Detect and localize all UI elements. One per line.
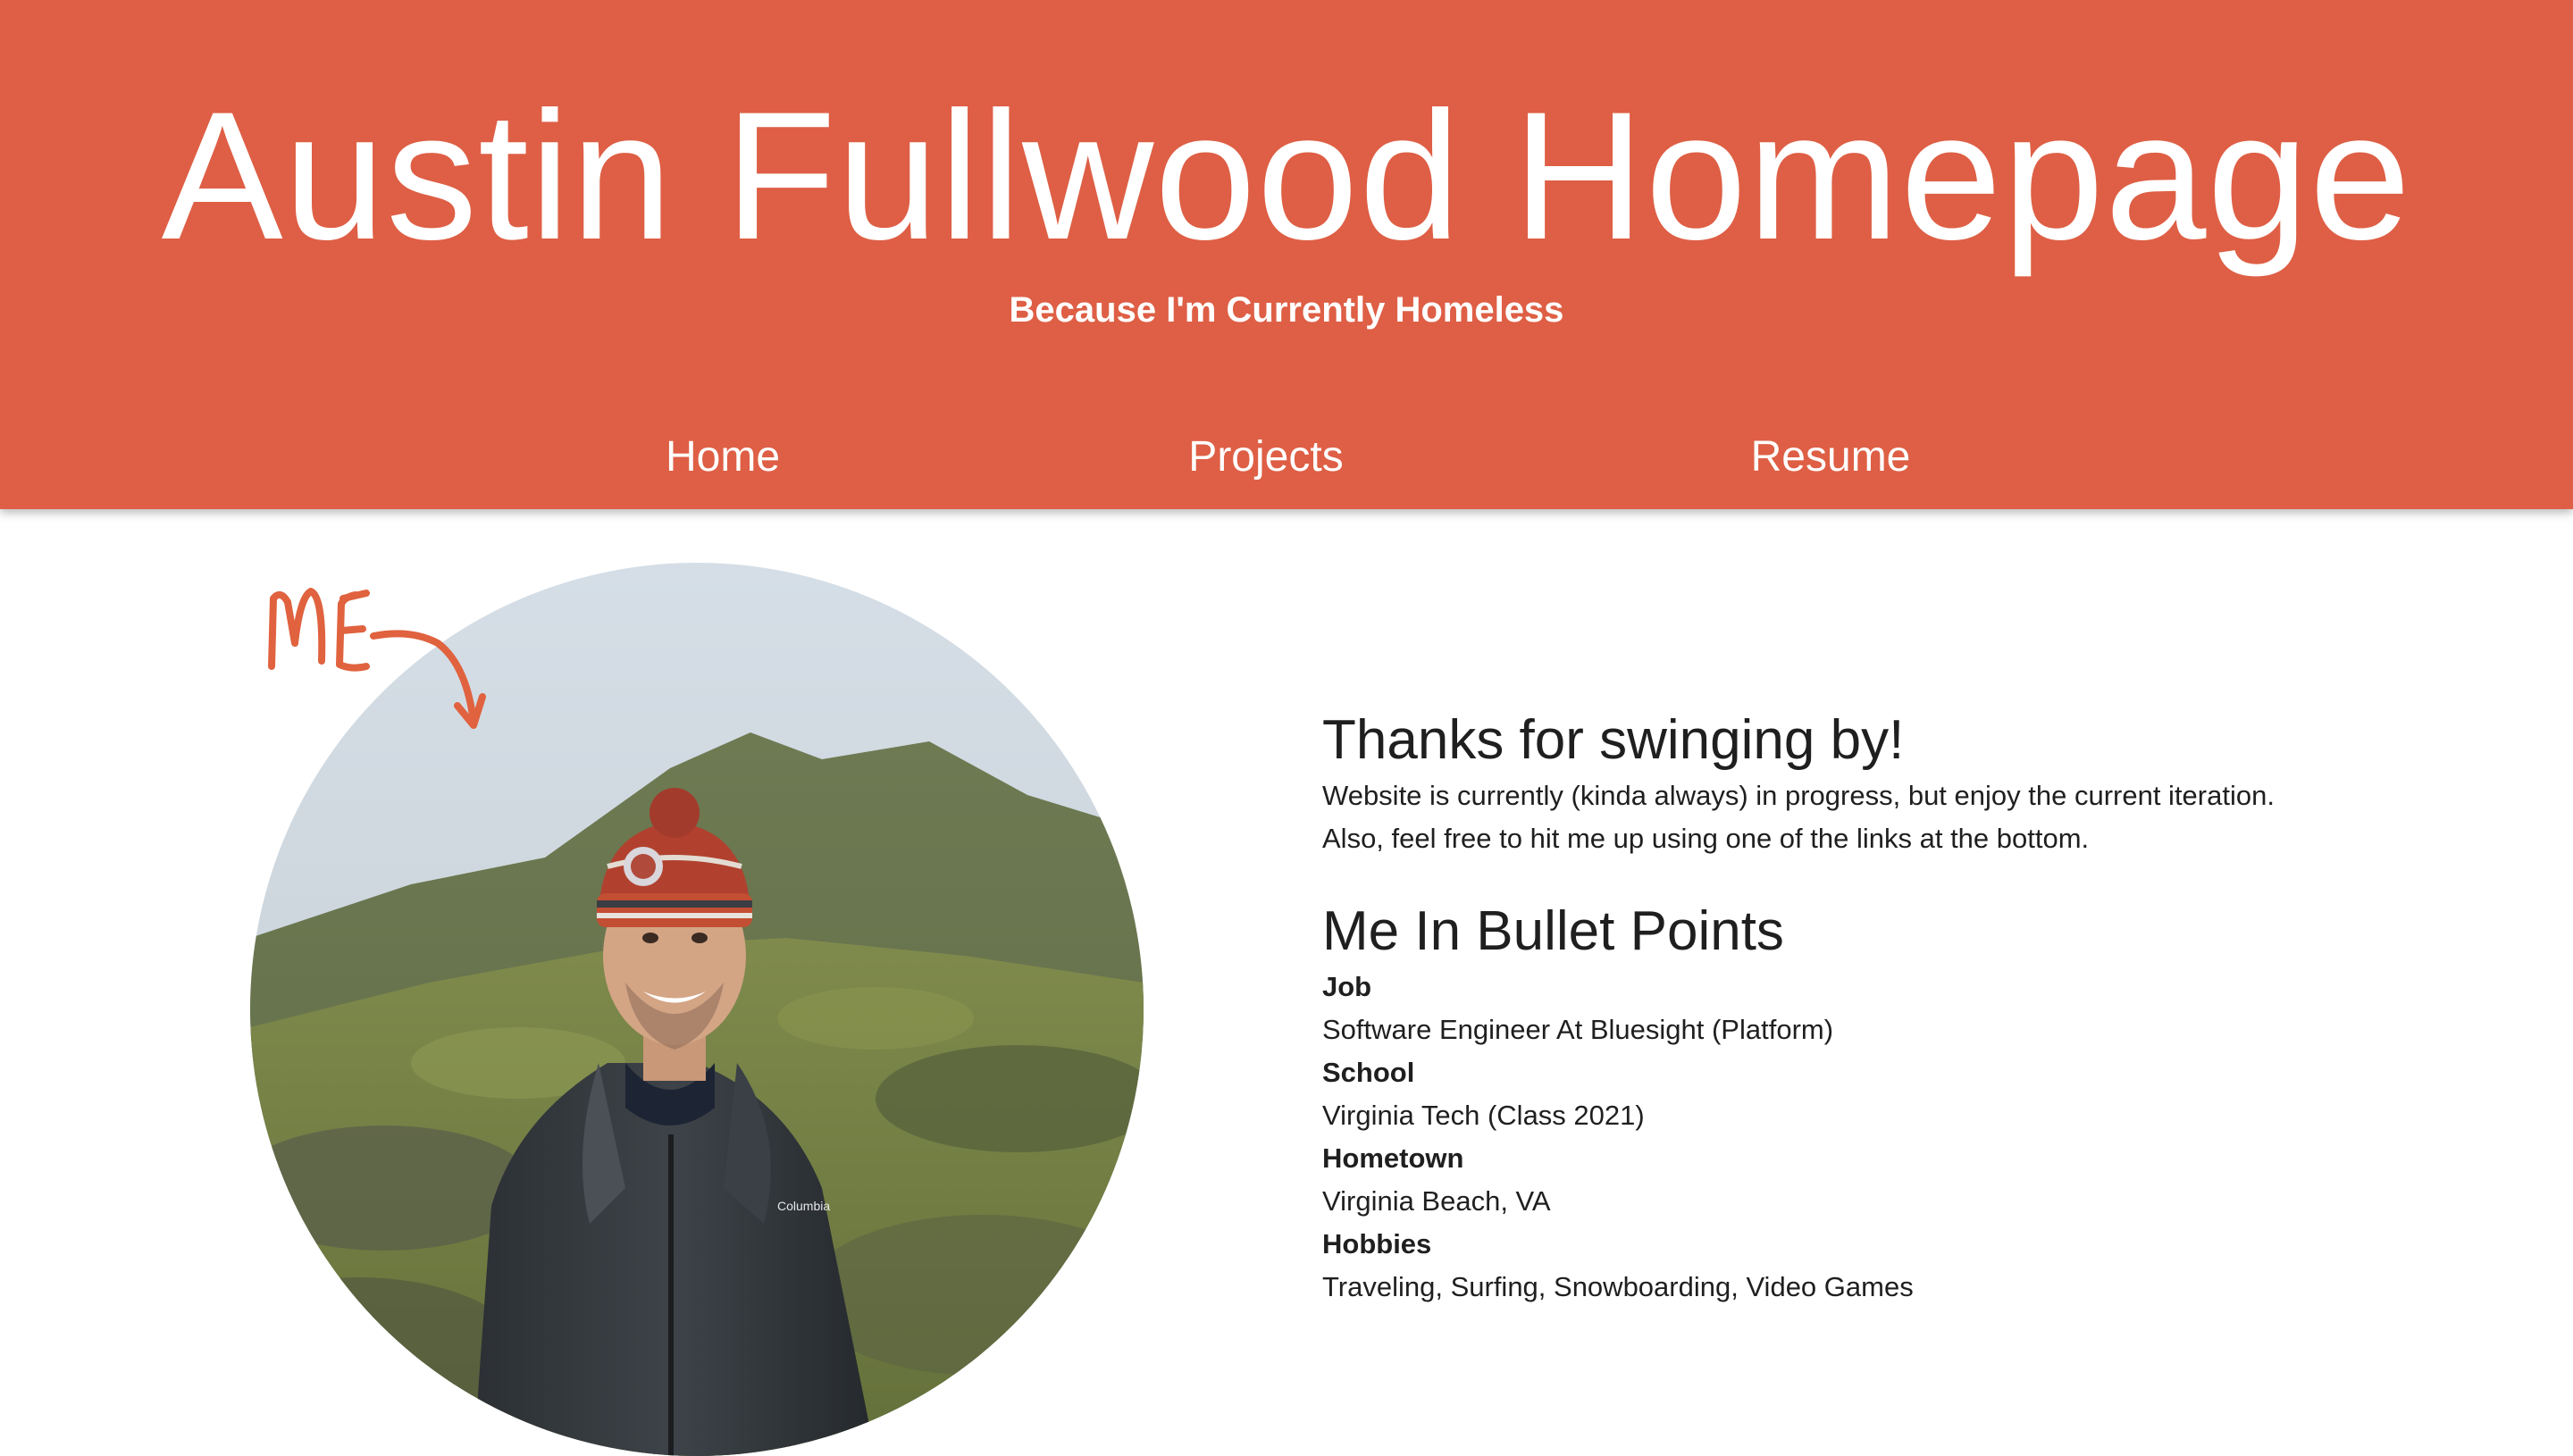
me-annotation: ME xyxy=(259,572,545,750)
bullets-heading: Me In Bullet Points xyxy=(1322,900,1784,963)
bullet-label-hobbies: Hobbies xyxy=(1322,1228,1432,1260)
nav-link-home[interactable]: Home xyxy=(666,436,780,479)
intro-text: Website is currently (kinda always) in p… xyxy=(1322,774,2484,860)
bullet-value-job: Software Engineer At Bluesight (Platform… xyxy=(1322,1014,1834,1046)
bullet-label-job: Job xyxy=(1322,971,1372,1003)
bullet-list: Job Software Engineer At Bluesight (Plat… xyxy=(1322,966,2484,1309)
nav-link-projects[interactable]: Projects xyxy=(1188,436,1343,479)
intro-heading: Thanks for swinging by! xyxy=(1322,709,1905,771)
bullet-value-school: Virginia Tech (Class 2021) xyxy=(1322,1100,1645,1132)
intro-line: Also, feel free to hit me up using one o… xyxy=(1322,823,2090,855)
site-header: Austin Fullwood Homepage Because I'm Cur… xyxy=(0,0,2573,509)
main-content: Thanks for swinging by! Website is curre… xyxy=(1322,709,2484,1309)
nav-link-resume[interactable]: Resume xyxy=(1751,436,1911,479)
bullet-label-school: School xyxy=(1322,1057,1415,1089)
site-title: Austin Fullwood Homepage xyxy=(161,74,2412,278)
site-subtitle: Because I'm Currently Homeless xyxy=(1009,290,1564,330)
bullet-label-hometown: Hometown xyxy=(1322,1142,1464,1175)
svg-text:Columbia: Columbia xyxy=(777,1199,830,1213)
bullet-value-hometown: Virginia Beach, VA xyxy=(1322,1185,1551,1218)
intro-line: Website is currently (kinda always) in p… xyxy=(1322,780,2275,812)
bullet-value-hobbies: Traveling, Surfing, Snowboarding, Video … xyxy=(1322,1271,1914,1303)
